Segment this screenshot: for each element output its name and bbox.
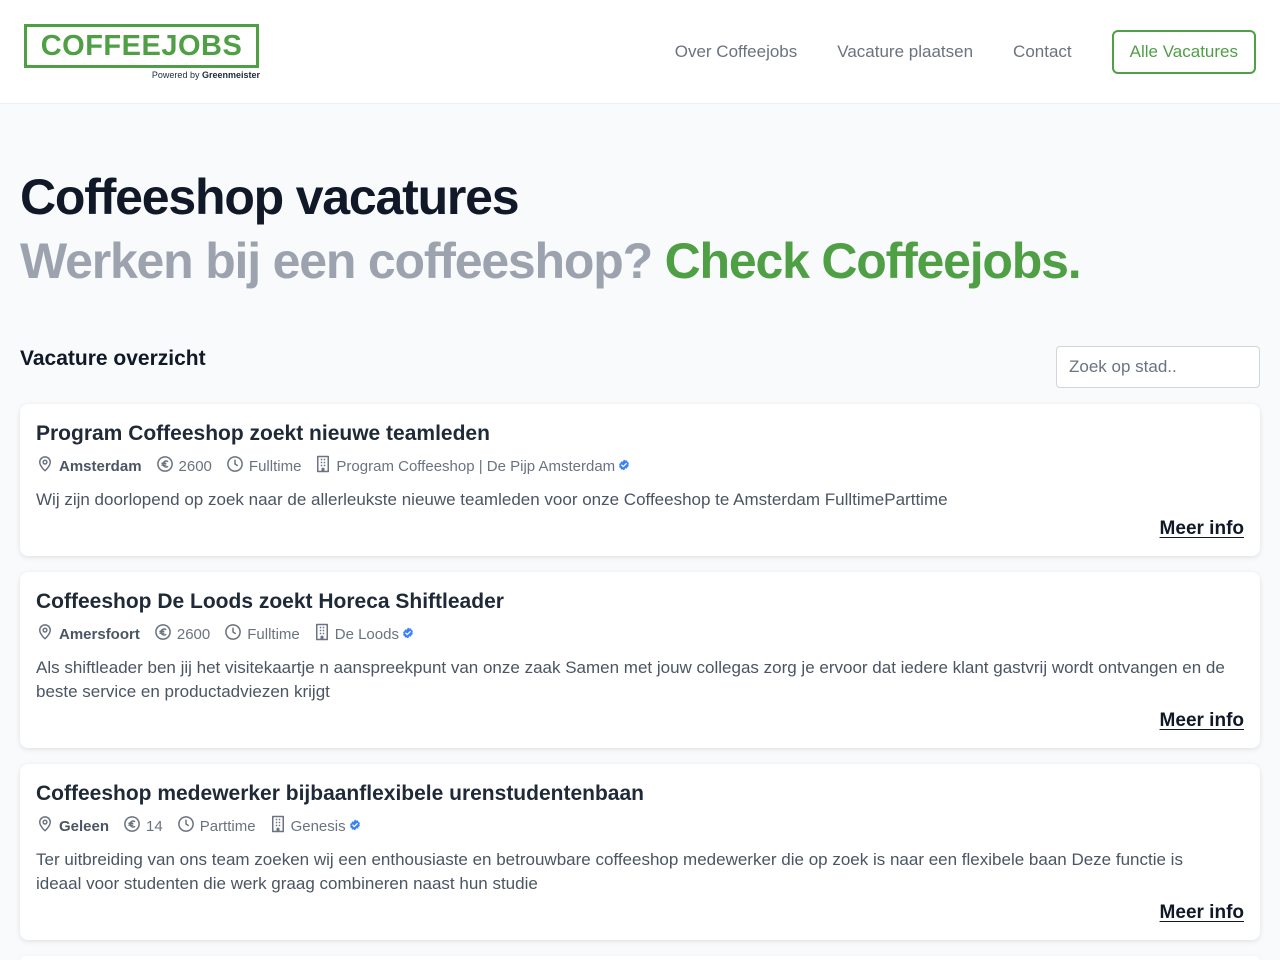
page-subtitle: Werken bij een coffeeshop? Check Coffeej… xyxy=(20,232,1082,290)
nav-over-coffeejobs[interactable]: Over Coffeejobs xyxy=(675,42,798,62)
euro-icon xyxy=(154,623,177,645)
subtitle-muted: Werken bij een coffeeshop? xyxy=(20,233,665,289)
nav-contact[interactable]: Contact xyxy=(1013,42,1072,62)
verified-badge-icon xyxy=(618,458,635,475)
job-hours-value: Fulltime xyxy=(248,457,302,475)
job-company: Genesis xyxy=(270,815,366,837)
job-meta: Amersfoort 2600 Fulltime De Loods xyxy=(36,623,1244,645)
job-salary: 2600 xyxy=(156,455,212,477)
job-company-name: De Loods xyxy=(334,625,399,643)
job-location: Geleen xyxy=(36,815,109,837)
job-title[interactable]: Coffeeshop De Loods zoekt Horeca Shiftle… xyxy=(36,588,1244,616)
logo-brand: Greenmeister xyxy=(201,70,260,80)
job-city: Geleen xyxy=(59,817,110,835)
job-location: Amersfoort xyxy=(36,623,140,645)
job-salary-value: 2600 xyxy=(176,625,211,643)
job-description: Als shiftleader ben jij het visitekaartj… xyxy=(36,658,1225,701)
map-pin-icon xyxy=(36,455,59,477)
logo-powered-label: Powered by xyxy=(151,70,200,80)
logo-powered-by: Powered by Greenmeister xyxy=(152,70,260,80)
job-title[interactable]: Coffeeshop medewerker bijbaanflexibele u… xyxy=(36,780,1244,808)
map-pin-icon xyxy=(36,815,59,837)
job-hours-value: Parttime xyxy=(199,817,256,835)
building-icon xyxy=(270,815,291,837)
subtitle-accent: Check Coffeejobs. xyxy=(664,233,1082,289)
job-hours: Fulltime xyxy=(224,623,300,645)
job-description: Ter uitbreiding van ons team zoeken wij … xyxy=(36,850,1183,893)
job-title[interactable]: Program Coffeeshop zoekt nieuwe teamlede… xyxy=(36,420,1244,448)
job-meta: Geleen 14 Parttime Genesis xyxy=(36,815,1244,837)
page-title: Coffeeshop vacatures xyxy=(20,169,520,225)
job-salary: 14 xyxy=(123,815,163,837)
job-description: Wij zijn doorlopend op zoek naar de alle… xyxy=(36,490,948,509)
coffeejobs-logo[interactable]: COFFEEJOBS Powered by Greenmeister xyxy=(24,24,260,82)
nav-vacature-plaatsen[interactable]: Vacature plaatsen xyxy=(837,42,973,62)
logo-box: COFFEEJOBS xyxy=(24,24,259,68)
verified-badge-icon xyxy=(402,626,419,643)
clock-icon xyxy=(226,455,249,477)
alle-vacatures-button[interactable]: Alle Vacatures xyxy=(1111,30,1256,74)
job-card-peek xyxy=(20,956,1260,960)
listing-title: Vacature overzicht xyxy=(20,347,206,370)
job-meta: Amsterdam 2600 Fulltime Program Coffeeshop … xyxy=(36,455,1244,477)
job-company: De Loods xyxy=(314,623,419,645)
job-hours-value: Fulltime xyxy=(247,625,300,643)
site-header: COFFEEJOBS Powered by Greenmeister Over … xyxy=(0,0,1280,104)
job-hours: Fulltime xyxy=(226,455,302,477)
job-city: Amersfoort xyxy=(59,625,140,643)
job-company: Program Coffeeshop | De Pijp Amsterdam xyxy=(315,455,635,477)
job-salary-value: 14 xyxy=(146,817,163,835)
job-hours: Parttime xyxy=(177,815,256,837)
verified-badge-icon xyxy=(349,818,366,835)
job-card[interactable]: Coffeeshop medewerker bijbaanflexibele u… xyxy=(20,764,1260,940)
clock-icon xyxy=(177,815,200,837)
meer-info-link[interactable]: Meer info xyxy=(1160,710,1244,732)
job-city: Amsterdam xyxy=(59,457,142,475)
map-pin-icon xyxy=(36,623,59,645)
job-card[interactable]: Coffeeshop De Loods zoekt Horeca Shiftle… xyxy=(20,572,1260,748)
euro-icon xyxy=(123,815,146,837)
main-nav: Over Coffeejobs Vacature plaatsen Contac… xyxy=(675,30,1256,74)
job-salary: 2600 xyxy=(154,623,210,645)
building-icon xyxy=(314,623,335,645)
euro-icon xyxy=(156,455,179,477)
job-salary-value: 2600 xyxy=(178,457,212,475)
clock-icon xyxy=(224,623,247,645)
job-company-name: Genesis xyxy=(290,817,346,835)
meer-info-link[interactable]: Meer info xyxy=(1160,902,1244,924)
job-company-name: Program Coffeeshop | De Pijp Amsterdam xyxy=(336,457,616,475)
city-search-input[interactable] xyxy=(1056,346,1260,388)
job-location: Amsterdam xyxy=(36,455,142,477)
job-card[interactable]: Program Coffeeshop zoekt nieuwe teamlede… xyxy=(20,404,1260,556)
meer-info-link[interactable]: Meer info xyxy=(1160,518,1244,540)
building-icon xyxy=(315,455,336,477)
logo-text: COFFEEJOBS xyxy=(40,29,243,62)
